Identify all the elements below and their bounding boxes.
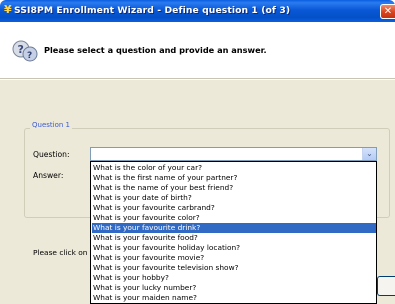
header-instruction: Please select a question and provide an … [44,45,267,55]
dropdown-option[interactable]: What is your favourite television show? [92,263,376,273]
answer-label: Answer: [33,171,64,180]
title-bar[interactable]: ¥ SSI8PM Enrollment Wizard - Define ques… [0,0,395,22]
svg-text:?: ? [27,51,32,61]
chevron-down-icon[interactable]: ⌄ [362,148,376,160]
dropdown-option[interactable]: What is your lucky number? [92,283,376,293]
footer-instruction: Please click on th [33,248,90,257]
group-legend: Question 1 [30,121,72,129]
dropdown-option[interactable]: What is your hobby? [92,273,376,283]
dropdown-option[interactable]: What is your favourite color? [92,213,376,223]
dropdown-option[interactable]: What is your date of birth? [92,193,376,203]
question-keys-icon: ? ? [12,40,38,62]
question-label: Question: [33,150,70,159]
dropdown-option[interactable]: What is your favourite holiday location? [92,243,376,253]
close-button[interactable]: ✕ [380,4,395,19]
question-dropdown-list[interactable]: What is the color of your car? What is t… [90,161,377,304]
dropdown-option[interactable]: What is the first name of your partner? [92,173,376,183]
dropdown-option[interactable]: What is the name of your best friend? [92,183,376,193]
next-button[interactable] [377,276,395,296]
dropdown-option-selected[interactable]: What is your favourite drink? [92,223,376,233]
window-title: SSI8PM Enrollment Wizard - Define questi… [14,5,291,16]
dropdown-option[interactable]: What is your favourite movie? [92,253,376,263]
dropdown-option[interactable]: What is your favourite carbrand? [92,203,376,213]
close-icon: ✕ [383,6,393,17]
dropdown-option[interactable]: What is your favourite food? [92,233,376,243]
dropdown-option[interactable]: What is the color of your car? [92,163,376,173]
dropdown-option[interactable]: What is your maiden name? [92,293,376,303]
question-combobox[interactable]: ⌄ [90,147,377,161]
key-icon: ¥ [4,3,12,16]
wizard-header: ? ? Please select a question and provide… [0,22,395,79]
